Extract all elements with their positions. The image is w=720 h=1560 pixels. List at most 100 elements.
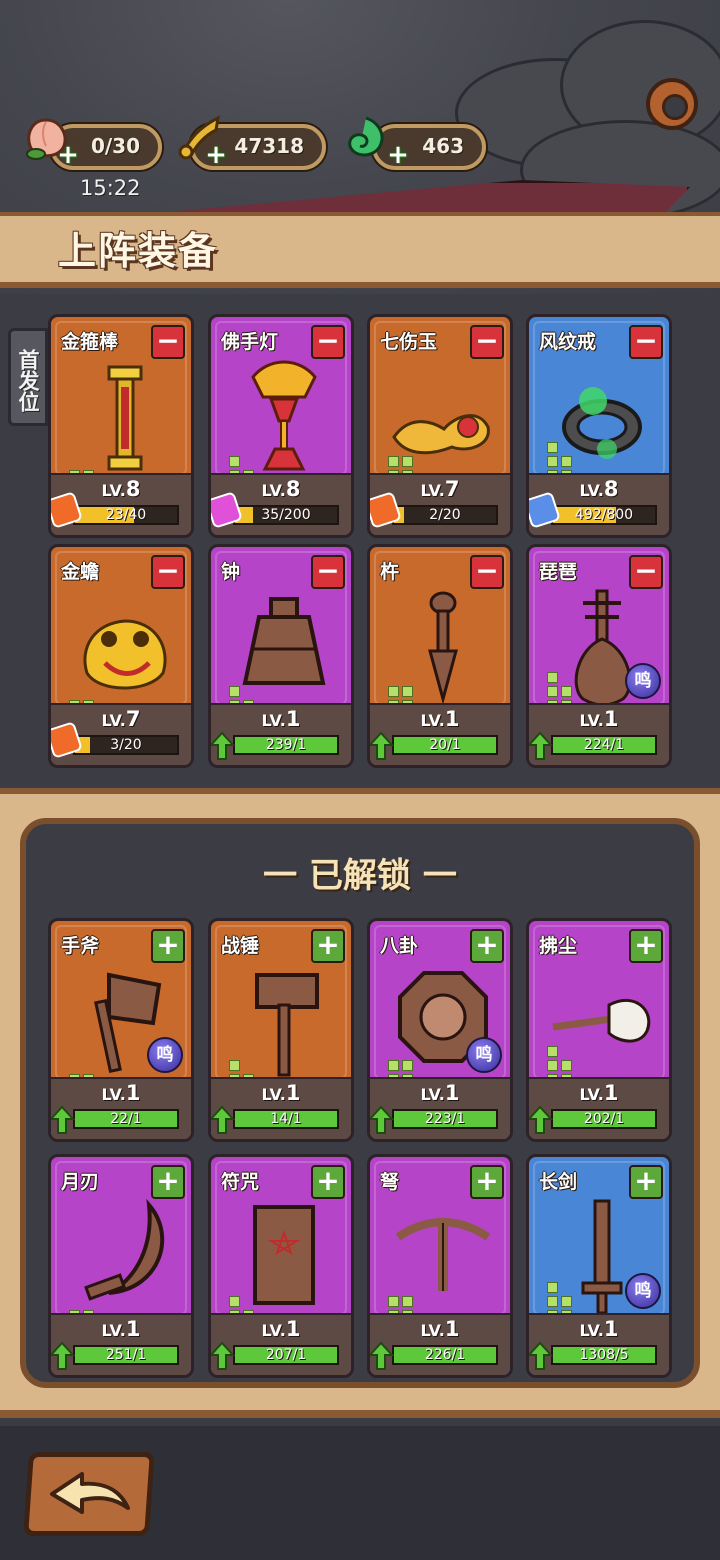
- level-prefix: LV.: [420, 1085, 445, 1104]
- level-prefix: LV.: [101, 711, 126, 730]
- star-pips: [388, 417, 428, 481]
- upgrade-arrow-icon: [370, 1105, 394, 1134]
- equipment-card[interactable]: 拂尘 + LV.1 202/1: [526, 918, 672, 1142]
- equipment-card[interactable]: 手斧 + 鸣 LV.1 22/1: [48, 918, 194, 1142]
- upgrade-arrow-icon: [211, 1105, 235, 1134]
- equipment-card[interactable]: 月刃 + LV.1 251/1: [48, 1154, 194, 1378]
- remove-button[interactable]: −: [470, 555, 504, 589]
- level-prefix: LV.: [420, 711, 445, 730]
- star-pip: [388, 686, 399, 697]
- add-peach-icon[interactable]: +: [56, 142, 80, 168]
- settings-gear-icon[interactable]: [646, 78, 698, 130]
- level-label: LV.1: [370, 1081, 510, 1105]
- star-pips: [388, 647, 428, 711]
- equipment-card[interactable]: 琵琶 − 鸣 LV.1 224/1: [526, 544, 672, 768]
- star-pip: [229, 1060, 240, 1071]
- upgrade-arrow-icon: [529, 1341, 553, 1370]
- progress-text: 224/1: [583, 737, 625, 753]
- level-prefix: LV.: [579, 481, 604, 500]
- star-pip: [547, 672, 558, 683]
- equipment-card[interactable]: 金箍棒 − LV.8 23/40: [48, 314, 194, 538]
- star-pips: [69, 647, 109, 711]
- progress-text: 239/1: [265, 737, 307, 753]
- equipment-name: 手斧: [61, 935, 100, 957]
- equip-button[interactable]: +: [311, 1165, 345, 1199]
- level-label: LV.1: [529, 1317, 669, 1341]
- star-pip: [547, 1282, 558, 1293]
- star-pips: [388, 1257, 428, 1321]
- progress-text: 14/1: [270, 1111, 302, 1127]
- equip-button[interactable]: +: [629, 1165, 663, 1199]
- star-pip: [388, 1060, 399, 1071]
- equipment-card[interactable]: 佛手灯 − LV.8 35/200: [208, 314, 354, 538]
- equipment-card[interactable]: 八卦 + 鸣 LV.1 223/1: [367, 918, 513, 1142]
- progress-text: 207/1: [265, 1347, 307, 1363]
- progress-bar: 23/40: [73, 505, 179, 525]
- equipment-card[interactable]: 七伤玉 − LV.7 2/20: [367, 314, 513, 538]
- star-pips: [69, 1021, 109, 1085]
- progress-text: 35/200: [261, 507, 311, 523]
- equip-button[interactable]: +: [629, 929, 663, 963]
- level-value: 1: [444, 1317, 460, 1341]
- upgrade-arrow-icon: [51, 1341, 75, 1370]
- equipment-card[interactable]: 金蟾 − LV.7 3/20: [48, 544, 194, 768]
- upgrade-arrow-icon: [211, 731, 235, 760]
- equip-button[interactable]: +: [470, 1165, 504, 1199]
- upgrade-arrow-icon: [370, 1341, 394, 1370]
- resource-gold-value: 47318: [234, 134, 304, 158]
- star-pip: [547, 1046, 558, 1057]
- equipment-name: 七伤玉: [380, 331, 438, 353]
- upgrade-arrow-icon: [51, 1105, 75, 1134]
- star-pip: [388, 1296, 399, 1307]
- equipment-card[interactable]: 战锤 + LV.1 14/1: [208, 918, 354, 1142]
- equipment-card[interactable]: 钟 − LV.1 239/1: [208, 544, 354, 768]
- equipment-card[interactable]: 杵 − LV.1 20/1: [367, 544, 513, 768]
- add-gold-icon[interactable]: +: [204, 142, 228, 168]
- remove-button[interactable]: −: [151, 555, 185, 589]
- level-prefix: LV.: [261, 1085, 286, 1104]
- level-value: 1: [285, 1317, 301, 1341]
- remove-button[interactable]: −: [629, 325, 663, 359]
- level-prefix: LV.: [261, 711, 286, 730]
- progress-text: 251/1: [105, 1347, 147, 1363]
- remove-button[interactable]: −: [629, 555, 663, 589]
- level-value: 1: [125, 1081, 141, 1105]
- remove-button[interactable]: −: [470, 325, 504, 359]
- remove-button[interactable]: −: [311, 325, 345, 359]
- progress-bar: 492/800: [551, 505, 657, 525]
- star-pip: [229, 456, 240, 467]
- star-pip: [388, 456, 399, 467]
- progress-bar: 3/20: [73, 735, 179, 755]
- add-jade-icon[interactable]: +: [386, 142, 410, 168]
- star-pips: [229, 1021, 269, 1085]
- progress-bar: 223/1: [392, 1109, 498, 1129]
- progress-text: 223/1: [424, 1111, 466, 1127]
- remove-button[interactable]: −: [151, 325, 185, 359]
- equipment-name: 符咒: [221, 1171, 260, 1193]
- remove-button[interactable]: −: [311, 555, 345, 589]
- star-pip: [561, 1296, 572, 1307]
- equip-button[interactable]: +: [151, 1165, 185, 1199]
- equipment-card[interactable]: 长剑 + 鸣 LV.1 1308/5: [526, 1154, 672, 1378]
- equipment-card[interactable]: 弩 + LV.1 226/1: [367, 1154, 513, 1378]
- equipment-name: 月刃: [61, 1171, 100, 1193]
- equip-button[interactable]: +: [151, 929, 185, 963]
- starting-slot-tab[interactable]: 首发位: [8, 328, 48, 426]
- star-pips: [547, 1257, 587, 1321]
- progress-text: 226/1: [424, 1347, 466, 1363]
- equipment-card[interactable]: 风纹戒 − LV.8 492/800: [526, 314, 672, 538]
- equipment-name: 战锤: [221, 935, 260, 957]
- level-label: LV.1: [370, 707, 510, 731]
- jade-icon: [348, 116, 384, 157]
- level-label: LV.1: [529, 1081, 669, 1105]
- star-pip: [547, 442, 558, 453]
- equip-button[interactable]: +: [311, 929, 345, 963]
- level-value: 1: [444, 1081, 460, 1105]
- star-pip: [547, 686, 558, 697]
- equipment-card[interactable]: 符咒 + LV.1 207/1: [208, 1154, 354, 1378]
- equipment-name: 钟: [221, 561, 241, 583]
- star-pip: [229, 686, 240, 697]
- star-pips: [547, 417, 587, 481]
- equip-button[interactable]: +: [470, 929, 504, 963]
- level-label: LV.1: [51, 1317, 191, 1341]
